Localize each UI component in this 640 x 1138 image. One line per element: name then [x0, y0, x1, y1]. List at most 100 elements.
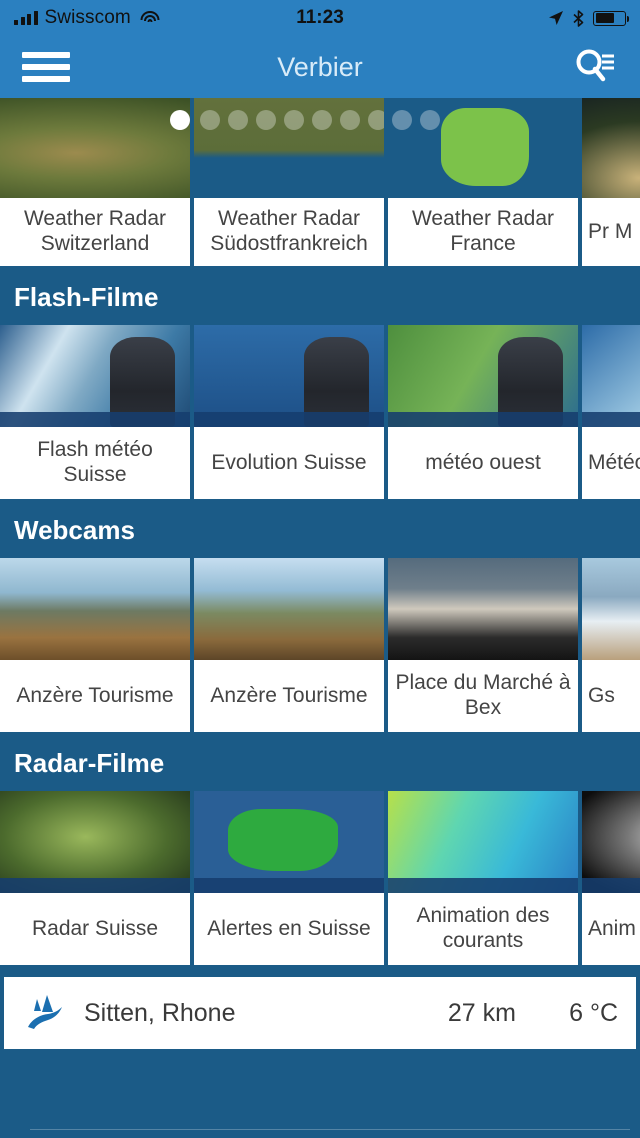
- section-radar-filme: Radar-Filme Radar Suisse Alertes en Suis…: [0, 732, 640, 965]
- card-item[interactable]: Alertes en Suisse: [194, 791, 384, 965]
- carrier-label: Swisscom: [44, 7, 131, 28]
- search-list-icon[interactable]: [572, 47, 618, 87]
- page-dot[interactable]: [228, 110, 248, 130]
- card-label: Weather Radar France: [411, 207, 555, 255]
- page-indicator: [194, 98, 384, 198]
- film-caption-bar: [388, 878, 578, 893]
- card-item[interactable]: météo ouest: [388, 325, 578, 499]
- card-label: Animation des courants: [416, 904, 550, 952]
- status-bar-left: Swisscom: [14, 7, 160, 29]
- card-item[interactable]: Animation des courants: [388, 791, 578, 965]
- navigation-bar: Verbier: [0, 36, 640, 98]
- page-dot[interactable]: [200, 110, 220, 130]
- card-thumbnail: [0, 98, 190, 198]
- card-thumbnail: [582, 98, 640, 198]
- card-thumbnail: [582, 325, 640, 427]
- film-caption-bar: [194, 412, 384, 427]
- bottom-divider: [30, 1129, 630, 1130]
- card-thumbnail: [388, 558, 578, 660]
- card-item[interactable]: Evolution Suisse: [194, 325, 384, 499]
- section-webcams: Webcams Anzère Tourisme Anzère Tourisme …: [0, 499, 640, 732]
- card-thumbnail: [194, 98, 384, 198]
- page-dot[interactable]: [340, 110, 360, 130]
- card-label: Flash météo Suisse: [37, 438, 153, 486]
- card-thumbnail: [388, 325, 578, 427]
- card-label: Anzère Tourisme: [210, 683, 368, 707]
- card-label: Anzère Tourisme: [16, 683, 174, 707]
- section-heading: Radar-Filme: [14, 748, 165, 778]
- card-thumbnail: [0, 791, 190, 893]
- card-thumbnail: [388, 791, 578, 893]
- card-row[interactable]: Flash météo Suisse Evolution Suisse mété…: [0, 325, 640, 499]
- card-item[interactable]: Gs: [582, 558, 640, 732]
- place-name: Sitten, Rhone: [84, 998, 236, 1027]
- page-title: Verbier: [277, 51, 363, 82]
- card-item[interactable]: Weather Radar Switzerland: [0, 98, 190, 266]
- card-thumbnail: [0, 325, 190, 427]
- card-thumbnail: [388, 98, 578, 198]
- page-indicator: [0, 98, 190, 198]
- place-temperature: 6 °C: [569, 998, 618, 1027]
- page-dot[interactable]: [256, 110, 276, 130]
- card-label: Pr M: [588, 219, 633, 243]
- film-caption-bar: [194, 878, 384, 893]
- card-label: météo ouest: [425, 450, 541, 474]
- card-row[interactable]: Radar Suisse Alertes en Suisse Animation…: [0, 791, 640, 965]
- status-bar: Swisscom 11:23: [0, 0, 640, 36]
- section-flash-filme: Flash-Filme Flash météo Suisse Evolution…: [0, 266, 640, 499]
- wifi-icon: [140, 11, 160, 25]
- card-item[interactable]: Flash météo Suisse: [0, 325, 190, 499]
- card-item[interactable]: Anzère Tourisme: [0, 558, 190, 732]
- card-item[interactable]: Radar Suisse: [0, 791, 190, 965]
- card-item[interactable]: Météo: [582, 325, 640, 499]
- card-thumbnail: [194, 558, 384, 660]
- section-weather-radar: Weather Radar Switzerland Weather Radar …: [0, 98, 640, 266]
- card-item[interactable]: Place du Marché à Bex: [388, 558, 578, 732]
- page-dot[interactable]: [392, 110, 412, 130]
- film-caption-bar: [0, 878, 190, 893]
- page-dot[interactable]: [448, 110, 468, 130]
- section-heading: Webcams: [14, 515, 135, 545]
- card-item[interactable]: Anzère Tourisme: [194, 558, 384, 732]
- status-bar-right: [548, 9, 629, 27]
- card-row[interactable]: Anzère Tourisme Anzère Tourisme Place du…: [0, 558, 640, 732]
- film-caption-bar: [388, 412, 578, 427]
- page-dot[interactable]: [368, 110, 384, 130]
- card-row[interactable]: Weather Radar Switzerland Weather Radar …: [0, 98, 640, 266]
- card-label: Alertes en Suisse: [207, 916, 371, 940]
- card-item[interactable]: Anim: [582, 791, 640, 965]
- card-thumbnail: [582, 558, 640, 660]
- page-dot[interactable]: [420, 110, 440, 130]
- page-dot[interactable]: [284, 110, 304, 130]
- card-label: Weather Radar Switzerland: [23, 207, 167, 255]
- app-screen: Swisscom 11:23 Verbier Weather Radar Swi…: [0, 0, 640, 1138]
- signal-bars-icon: [14, 11, 38, 25]
- card-label: Météo: [588, 450, 640, 474]
- card-item[interactable]: Weather Radar France: [388, 98, 578, 266]
- film-caption-bar: [582, 878, 640, 893]
- page-dot[interactable]: [312, 110, 332, 130]
- section-heading: Flash-Filme: [14, 282, 159, 312]
- card-label: Anim: [588, 916, 636, 940]
- bluetooth-icon: [573, 9, 584, 27]
- mountain-valley-logo-icon: [28, 995, 62, 1029]
- card-thumbnail: [0, 558, 190, 660]
- battery-icon: [593, 10, 629, 26]
- card-item[interactable]: Pr M: [582, 98, 640, 266]
- location-arrow-icon: [549, 11, 563, 25]
- card-label: Evolution Suisse: [211, 450, 367, 474]
- film-caption-bar: [582, 412, 640, 427]
- card-label: Radar Suisse: [31, 916, 159, 940]
- card-label: Place du Marché à Bex: [395, 671, 571, 719]
- card-label: Weather Radar Südostfrankreich: [210, 207, 368, 255]
- hamburger-menu-icon[interactable]: [22, 50, 70, 84]
- card-thumbnail: [194, 325, 384, 427]
- place-distance: 27 km: [447, 998, 516, 1027]
- card-thumbnail: [194, 791, 384, 893]
- card-thumbnail: [582, 791, 640, 893]
- page-dot[interactable]: [170, 110, 190, 130]
- card-item[interactable]: Weather Radar Südostfrankreich: [194, 98, 384, 266]
- nearby-place-row[interactable]: Sitten, Rhone 27 km 6 °C: [4, 977, 636, 1049]
- card-label: Gs: [588, 683, 615, 707]
- film-caption-bar: [0, 412, 190, 427]
